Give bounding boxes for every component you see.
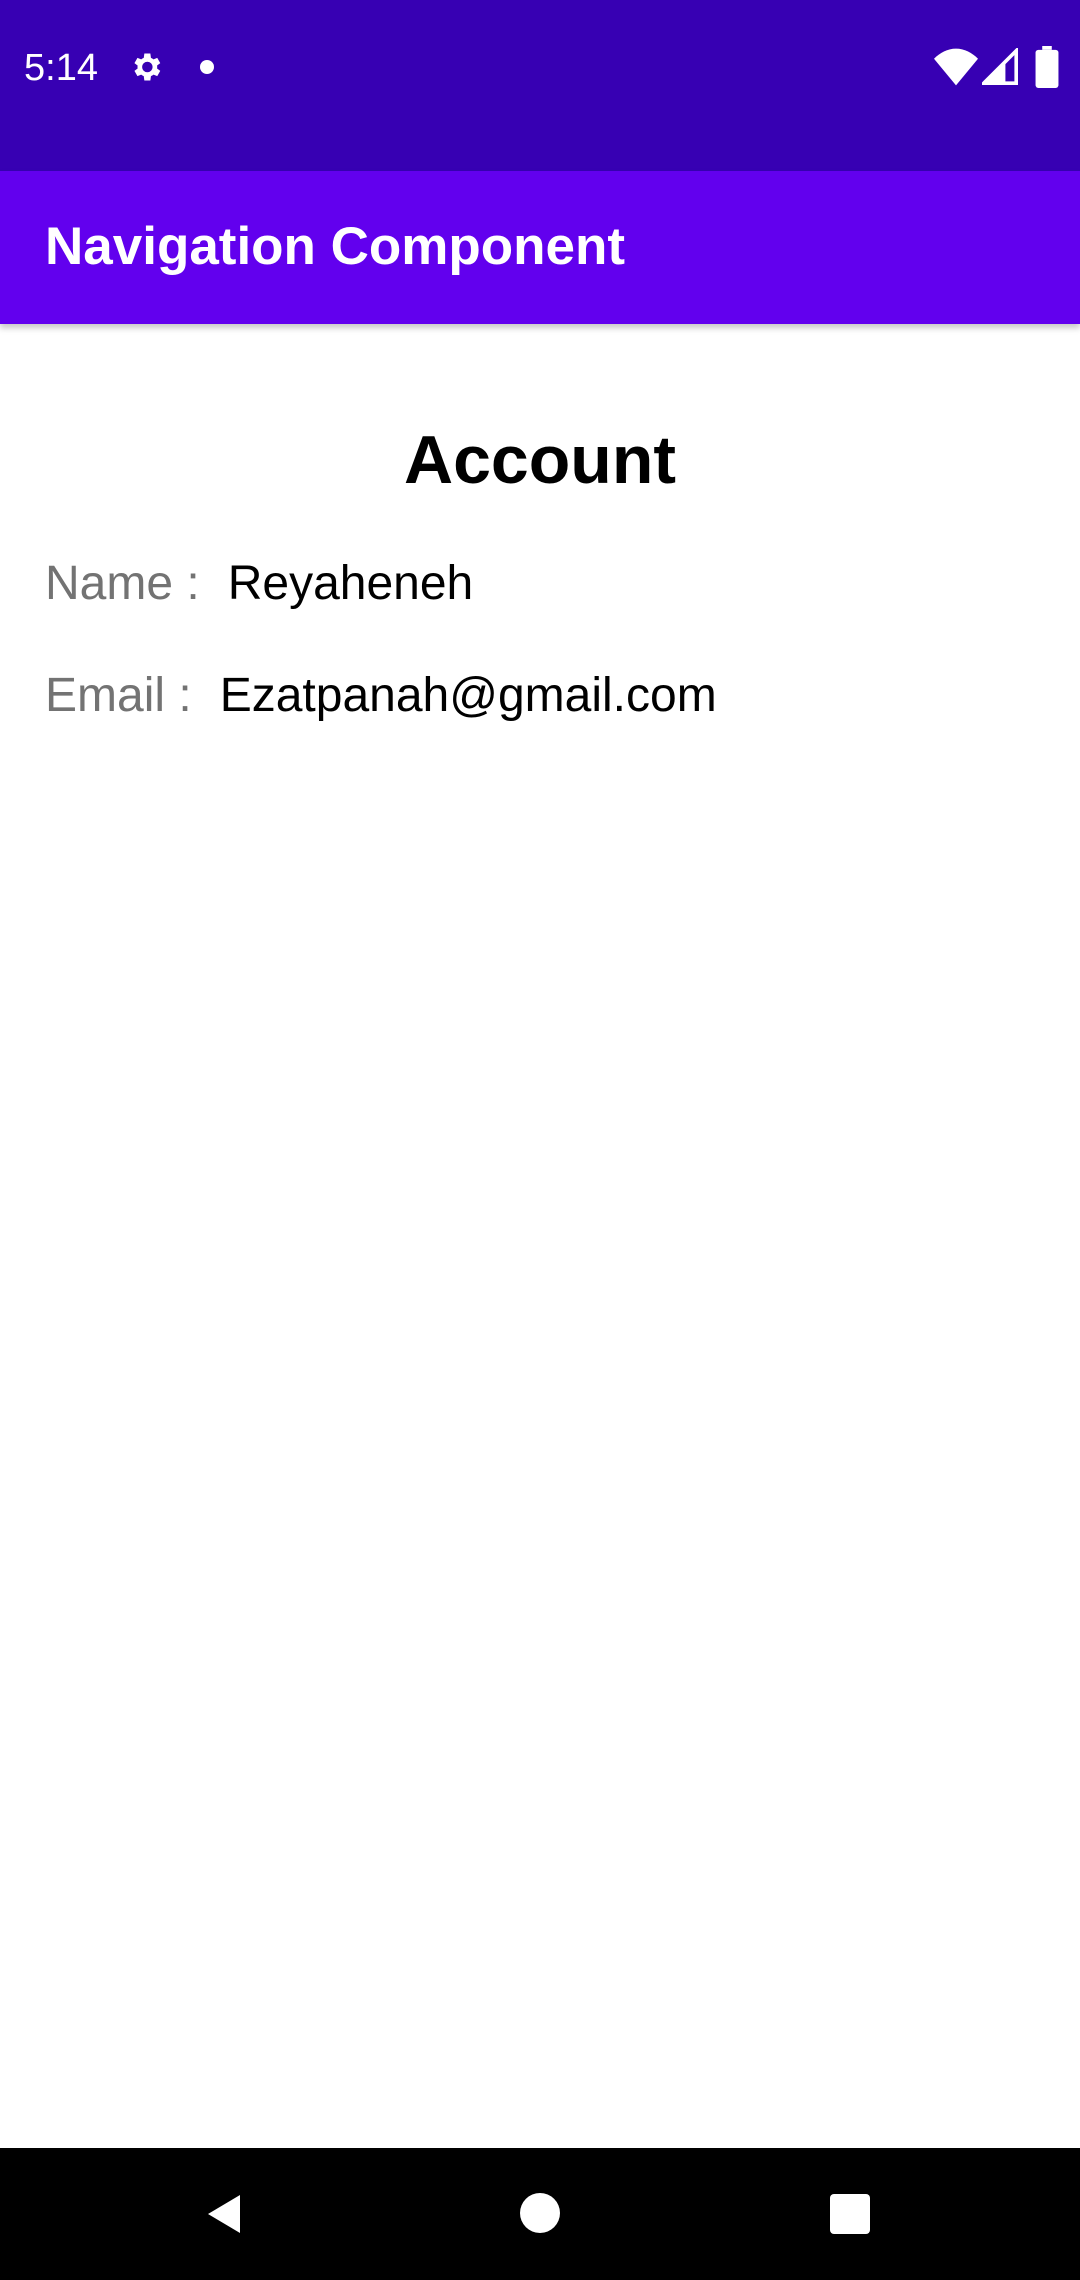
home-icon[interactable] — [520, 2193, 560, 2233]
page-title: Account — [404, 422, 676, 498]
notification-dot-icon — [200, 60, 214, 74]
email-label: Email : — [45, 669, 192, 722]
wifi-icon — [934, 48, 978, 86]
back-icon[interactable] — [200, 2190, 248, 2238]
account-screen: Account Name : Reyaheneh Email : Ezatpanah… — [0, 324, 1080, 2148]
battery-icon — [1035, 46, 1059, 88]
email-value: Ezatpanah@gmail.com — [219, 669, 717, 722]
system-nav-bar — [0, 2148, 1080, 2280]
cell-signal-icon — [982, 48, 1018, 85]
app-title: Navigation Component — [45, 217, 626, 276]
name-row: Name : Reyaheneh — [45, 552, 473, 616]
gear-icon — [134, 53, 161, 81]
app-bar: Navigation Component — [0, 171, 1080, 324]
name-value: Reyaheneh — [227, 557, 474, 610]
name-label: Name : — [45, 557, 200, 610]
recents-icon[interactable] — [830, 2194, 870, 2234]
status-time: 5:14 — [24, 47, 98, 89]
email-row: Email : Ezatpanah@gmail.com — [45, 664, 717, 728]
status-bar: 5:14 — [0, 0, 1080, 171]
